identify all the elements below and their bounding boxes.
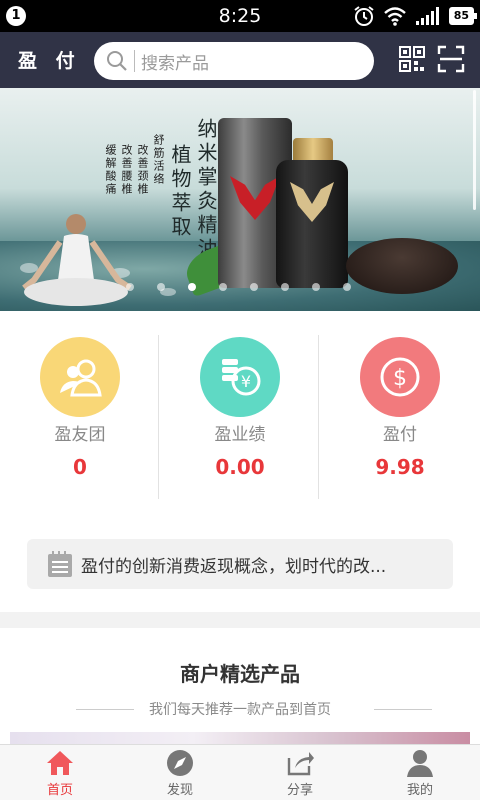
stat-pay-value: 9.98 [375, 455, 425, 479]
nav-share-label: 分享 [286, 783, 313, 798]
nav-profile-label: 我的 [406, 783, 433, 798]
banner-dot[interactable] [312, 283, 320, 291]
alarm-icon [354, 6, 374, 26]
banner-dot[interactable] [188, 283, 196, 291]
stat-performance-value: 0.00 [215, 455, 265, 479]
notice-banner[interactable]: 盈付的创新消费返现概念，划时代的改... [27, 539, 453, 589]
stat-friends-label: 盈友团 [54, 425, 106, 445]
banner-dot[interactable] [126, 283, 134, 291]
search-placeholder: 搜索产品 [141, 53, 209, 74]
signal-icon [415, 7, 439, 25]
share-icon [287, 752, 314, 776]
compass-icon [167, 750, 193, 776]
nav-home-label: 首页 [46, 783, 73, 798]
home-icon [47, 751, 73, 775]
banner-dot[interactable] [343, 283, 351, 291]
search-input[interactable]: 搜索产品 [94, 42, 374, 80]
battery-icon: 85 [448, 7, 478, 25]
yuan-icon-circle: ¥ [200, 337, 280, 417]
stat-friends-value: 0 [73, 455, 87, 479]
wifi-icon [383, 7, 406, 26]
subtitle-line-right [374, 709, 432, 710]
banner-benefit-2: 改善颈椎 [136, 144, 149, 196]
nav-home[interactable]: 首页 [0, 745, 120, 800]
stat-pay-label: 盈付 [383, 425, 417, 445]
dollar-icon-circle: $ [360, 337, 440, 417]
banner-benefit-4: 缓解酸痛 [104, 144, 117, 196]
featured-product-image[interactable] [10, 732, 470, 744]
banner-dot[interactable] [219, 283, 227, 291]
app-brand: 盈 付 [18, 50, 81, 72]
yuan-icon: ¥ [222, 359, 261, 396]
svg-text:¥: ¥ [241, 372, 251, 391]
banner-dot[interactable] [157, 283, 165, 291]
friends-icon [60, 359, 102, 397]
banner-pagination[interactable] [126, 283, 351, 291]
nav-profile[interactable]: 我的 [360, 745, 480, 800]
profile-icon [407, 750, 433, 777]
tea-cake-image [346, 238, 458, 294]
dollar-icon: $ [380, 357, 420, 397]
banner-title: 纳米掌灸精油 [194, 118, 218, 262]
meditating-person-image [22, 214, 132, 306]
friends-icon-circle [40, 337, 120, 417]
nav-share[interactable]: 分享 [240, 745, 360, 800]
app-header: 盈 付 搜索产品 [0, 32, 480, 88]
banner-benefit-3: 改善腰椎 [120, 144, 133, 196]
featured-products-section: 商户精选产品 我们每天推荐一款产品到首页 [0, 628, 480, 744]
section-title: 商户精选产品 [180, 662, 300, 686]
notice-text: 盈付的创新消费返现概念，划时代的改... [81, 556, 387, 577]
stat-friends[interactable]: 盈友团 0 [0, 311, 160, 520]
nav-discover[interactable]: 发现 [120, 745, 240, 800]
stat-pay[interactable]: $ 盈付 9.98 [320, 311, 480, 520]
scrollbar[interactable] [473, 90, 476, 210]
scan-icon[interactable] [437, 45, 465, 73]
promo-banner[interactable]: 缓解酸痛 改善腰椎 改善颈椎 舒筋活络 植物萃取 纳米掌灸精油 [0, 88, 480, 311]
banner-dot[interactable] [250, 283, 258, 291]
banner-subtitle: 植物萃取 [168, 144, 192, 240]
stat-performance[interactable]: ¥ 盈业绩 0.00 [160, 311, 320, 520]
nav-discover-label: 发现 [166, 783, 193, 798]
search-icon [107, 51, 127, 71]
stat-performance-label: 盈业绩 [214, 425, 266, 445]
banner-benefit-1: 舒筋活络 [152, 134, 165, 186]
bottle-cap [293, 138, 333, 162]
status-icons: 85 [353, 5, 478, 27]
svg-text:$: $ [393, 366, 407, 391]
stat-divider [158, 335, 159, 499]
stat-divider [318, 335, 319, 499]
notice-area: 盈付的创新消费返现概念，划时代的改... [0, 520, 480, 612]
stats-panel: 盈友团 0 ¥ 盈业绩 0.00 $ 盈付 9.98 [0, 311, 480, 520]
bottom-nav: 首页 发现 分享 我的 [0, 744, 480, 800]
banner-dot[interactable] [281, 283, 289, 291]
calendar-icon [48, 551, 72, 577]
product-bottle-image [276, 160, 348, 288]
status-bar: 1 8:25 85 [0, 0, 480, 32]
qr-code-icon[interactable] [398, 45, 426, 73]
search-divider [134, 50, 135, 72]
